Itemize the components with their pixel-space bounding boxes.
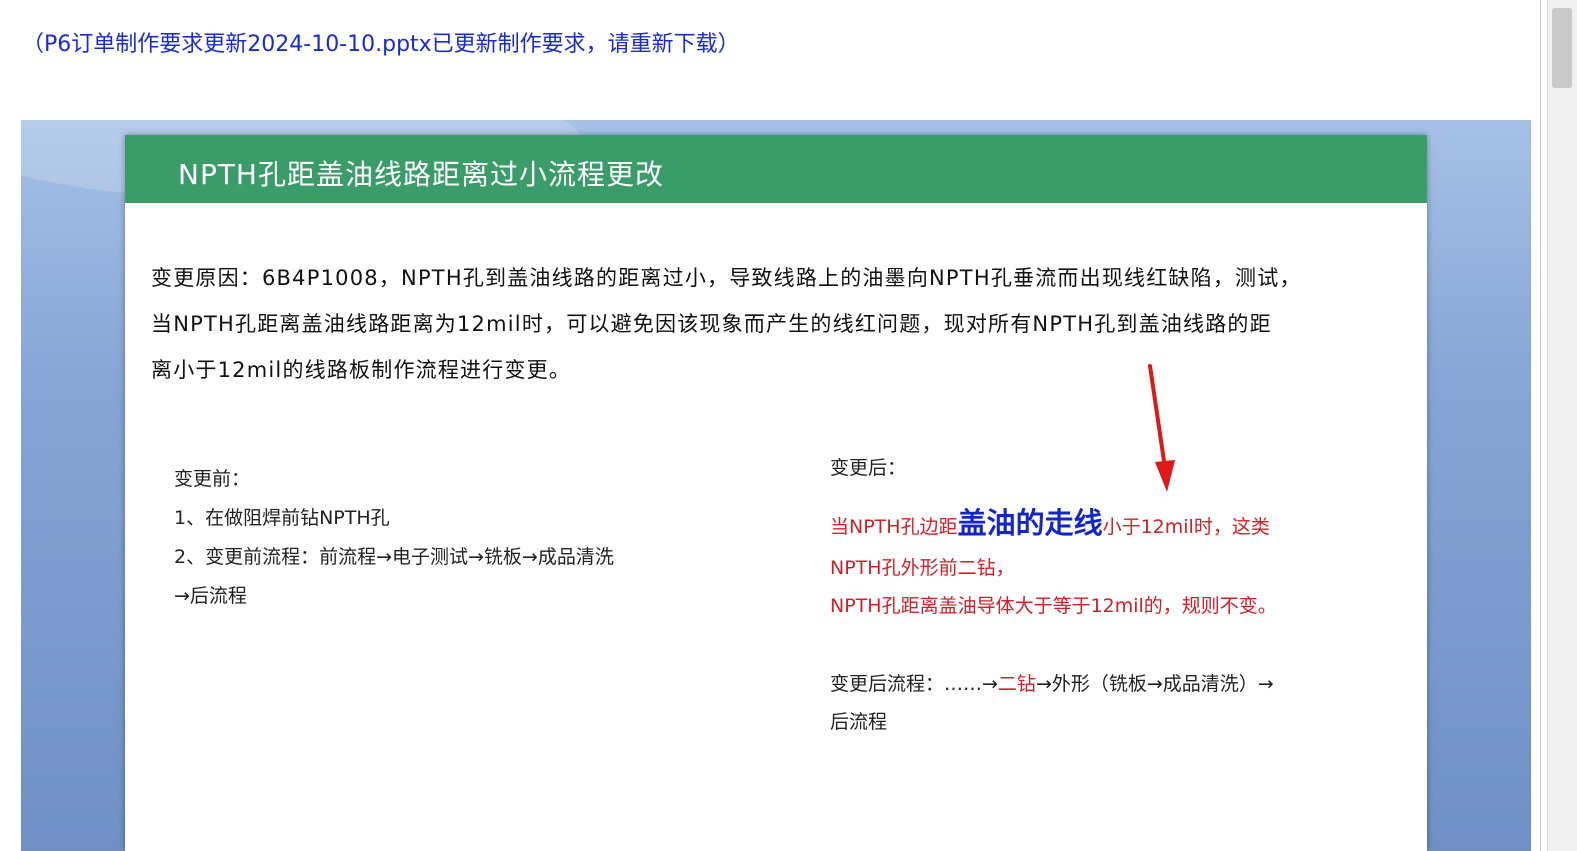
after-change-section: 变更后： 当NPTH孔边距盖油的走线小于12mil时，这类 NPTH孔外形前二钻… — [830, 453, 1277, 741]
reason-line-3: 离小于12mil的线路板制作流程进行变更。 — [151, 358, 572, 382]
flow-prefix: 变更后流程：……→ — [830, 673, 998, 695]
after-heading: 变更后： — [830, 457, 907, 479]
flow-suffix: →外形（铣板→成品清洗）→ — [1035, 673, 1274, 695]
before-item-1: 1、在做阻焊前钻NPTH孔 — [174, 507, 390, 529]
after-rule-line-1: 当NPTH孔边距盖油的走线小于12mil时，这类 — [830, 501, 1277, 549]
rule-suffix: 小于12mil时，这类 — [1102, 516, 1270, 538]
after-flow-line-1: 变更后流程：……→二钻→外形（铣板→成品清洗）→ — [830, 665, 1277, 703]
slide-title: NPTH孔距盖油线路距离过小流程更改 — [178, 158, 664, 191]
after-rule-line-3: NPTH孔距离盖油导体大于等于12mil的，规则不变。 — [830, 595, 1277, 617]
before-heading: 变更前： — [174, 468, 251, 490]
slide-header-bar: NPTH孔距盖油线路距离过小流程更改 — [125, 135, 1427, 203]
vertical-scrollbar[interactable] — [1547, 0, 1577, 851]
change-reason: 变更原因：6B4P1008，NPTH孔到盖油线路的距离过小，导致线路上的油墨向N… — [151, 255, 1401, 393]
rule-emphasis: 盖油的走线 — [957, 506, 1103, 540]
slide: NPTH孔距盖油线路距离过小流程更改 变更原因：6B4P1008，NPTH孔到盖… — [125, 135, 1427, 851]
reason-line-1: 变更原因：6B4P1008，NPTH孔到盖油线路的距离过小，导致线路上的油墨向N… — [151, 266, 1302, 290]
page: （P6订单制作要求更新2024-10-10.pptx已更新制作要求，请重新下载）… — [0, 0, 1577, 851]
flow-highlight: 二钻 — [997, 673, 1036, 695]
after-flow-line-2: 后流程 — [830, 711, 888, 733]
update-notice: （P6订单制作要求更新2024-10-10.pptx已更新制作要求，请重新下载） — [22, 32, 740, 57]
scrollbar-thumb[interactable] — [1552, 8, 1572, 88]
frame-divider — [1540, 0, 1541, 851]
before-item-2-continued: →后流程 — [174, 585, 247, 607]
reason-line-2: 当NPTH孔距离盖油线路距离为12mil时，可以避免因该现象而产生的线红问题，现… — [151, 312, 1272, 336]
red-arrow-icon — [1148, 364, 1175, 492]
rule-prefix: 当NPTH孔边距 — [830, 516, 958, 538]
after-rule-line-2: NPTH孔外形前二钻， — [830, 557, 1015, 579]
before-change-section: 变更前： 1、在做阻焊前钻NPTH孔 2、变更前流程：前流程→电子测试→铣板→成… — [174, 460, 614, 616]
before-item-2: 2、变更前流程：前流程→电子测试→铣板→成品清洗 — [174, 546, 614, 568]
